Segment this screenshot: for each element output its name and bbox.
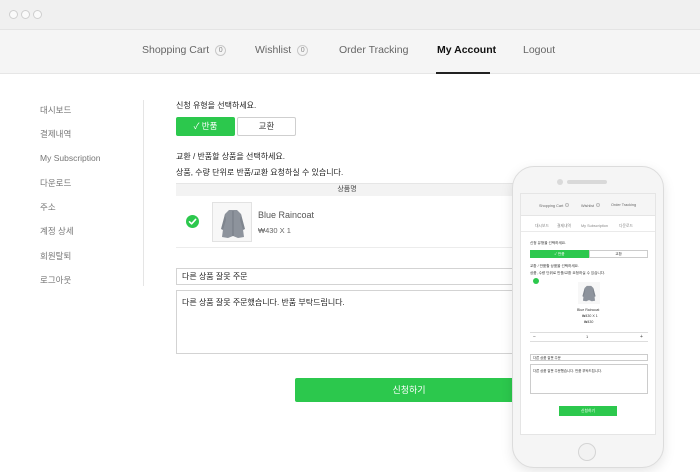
mobile-quantity-note: 상품, 수량 단위로 반품/교환 요청하실 수 있습니다. bbox=[530, 271, 606, 275]
reason-select[interactable]: 다른 상품 잘못 주문 bbox=[176, 268, 518, 285]
return-type-button[interactable]: ✓ 반품 bbox=[176, 117, 235, 136]
type-prompt: 신청 유형을 선택하세요. bbox=[176, 101, 257, 110]
nav-logout[interactable]: Logout bbox=[523, 44, 555, 56]
selected-check-icon[interactable] bbox=[186, 215, 199, 228]
window-maximize-dot[interactable] bbox=[33, 10, 42, 19]
mobile-type-prompt: 신청 유형을 선택하세요. bbox=[530, 241, 567, 245]
mobile-product-qty: ₩430 X 1 bbox=[582, 314, 598, 318]
phone-speaker bbox=[567, 180, 607, 184]
mobile-nav-label: Wishlist bbox=[581, 204, 595, 208]
exchange-type-button[interactable]: 교환 bbox=[237, 117, 296, 136]
mobile-tab-dashboard[interactable]: 대시보드 bbox=[535, 224, 549, 229]
product-thumbnail bbox=[212, 202, 252, 242]
mobile-tab-divider bbox=[521, 231, 655, 232]
sidebar-item-downloads[interactable]: 다운로드 bbox=[40, 177, 71, 189]
browser-titlebar bbox=[0, 0, 700, 30]
sidebar-item-address[interactable]: 주소 bbox=[40, 201, 56, 213]
nav-label: Shopping Cart bbox=[142, 44, 210, 56]
mobile-nav-cart[interactable]: Shopping Cart bbox=[539, 203, 570, 208]
mobile-minus-button[interactable]: − bbox=[533, 334, 536, 340]
phone-home-button bbox=[578, 443, 596, 461]
nav-wishlist[interactable]: Wishlist 0 bbox=[255, 44, 309, 56]
wishlist-count-badge: 0 bbox=[297, 45, 309, 56]
mobile-nav-order-tracking[interactable]: Order Tracking bbox=[611, 203, 636, 207]
window-close-dot[interactable] bbox=[9, 10, 18, 19]
mobile-plus-button[interactable]: + bbox=[640, 334, 643, 340]
nav-label: Wishlist bbox=[255, 44, 292, 56]
table-row-divider bbox=[176, 247, 518, 248]
mobile-tab-payments[interactable]: 결제내역 bbox=[557, 224, 571, 229]
mobile-submit-button[interactable]: 신청하기 bbox=[559, 406, 617, 416]
quantity-note: 상품, 수량 단위로 반품/교환 요청하실 수 있습니다. bbox=[176, 168, 344, 177]
sidebar-item-logout[interactable]: 로그아웃 bbox=[40, 274, 71, 286]
mobile-reason-select[interactable]: 다른 상품 잘못 주문 bbox=[530, 354, 648, 361]
mobile-product-name: Blue Raincoat bbox=[577, 308, 600, 312]
mobile-wishlist-badge bbox=[596, 203, 601, 207]
product-name: Blue Raincoat bbox=[258, 210, 315, 220]
product-price-qty: ₩430 X 1 bbox=[258, 226, 291, 235]
mobile-tab-downloads[interactable]: 다운로드 bbox=[619, 224, 633, 229]
mobile-product-thumbnail bbox=[578, 282, 600, 304]
sidebar-divider bbox=[143, 100, 144, 286]
sidebar-item-dashboard[interactable]: 대시보드 bbox=[40, 104, 71, 116]
mobile-return-label: 반품 bbox=[557, 252, 565, 256]
mobile-select-prompt: 교환 / 반품할 상품을 선택하세요. bbox=[530, 264, 579, 268]
return-label: 반품 bbox=[201, 121, 218, 131]
select-product-prompt: 교환 / 반품할 상품을 선택하세요. bbox=[176, 152, 286, 161]
product-table-header: 상품명 bbox=[176, 183, 518, 196]
nav-order-tracking[interactable]: Order Tracking bbox=[339, 44, 408, 56]
submit-button[interactable]: 신청하기 bbox=[295, 378, 523, 402]
phone-camera bbox=[557, 179, 563, 185]
phone-screen: Shopping Cart Wishlist Order Tracking 대시… bbox=[520, 193, 656, 435]
sidebar-item-account-details[interactable]: 계정 상세 bbox=[40, 225, 74, 237]
mobile-product-price: ₩430 bbox=[584, 320, 594, 324]
mobile-quantity-value: 1 bbox=[586, 334, 589, 339]
sidebar-item-subscription[interactable]: My Subscription bbox=[40, 153, 100, 163]
mobile-exchange-button[interactable]: 교환 bbox=[589, 250, 648, 258]
top-nav: Shopping Cart 0 Wishlist 0 Order Tracking … bbox=[0, 30, 700, 74]
active-tab-underline bbox=[436, 72, 490, 74]
mobile-nav-wishlist[interactable]: Wishlist bbox=[581, 203, 601, 208]
nav-shopping-cart[interactable]: Shopping Cart 0 bbox=[142, 44, 227, 56]
mobile-message-textarea[interactable]: 다른 상품 잘못 주문했습니다. 반품 부탁드립니다. bbox=[530, 364, 648, 394]
mobile-cart-badge bbox=[565, 203, 570, 207]
mobile-quantity-stepper[interactable]: − 1 + bbox=[530, 332, 648, 342]
nav-my-account[interactable]: My Account bbox=[437, 44, 496, 56]
mobile-nav-label: Shopping Cart bbox=[539, 204, 564, 208]
sidebar-item-withdraw[interactable]: 회원탈퇴 bbox=[40, 250, 71, 262]
message-textarea[interactable]: 다른 상품 잘못 주문했습니다. 반품 부탁드립니다. bbox=[176, 290, 518, 354]
mobile-return-button[interactable]: ✓ 반품 bbox=[530, 250, 589, 258]
sidebar-item-payments[interactable]: 결제내역 bbox=[40, 128, 71, 140]
mobile-check-icon[interactable] bbox=[533, 278, 539, 290]
check-icon: ✓ bbox=[193, 121, 200, 131]
window-minimize-dot[interactable] bbox=[21, 10, 30, 19]
mobile-tab-subscription[interactable]: My Subscription bbox=[581, 224, 608, 228]
mobile-top-nav: Shopping Cart Wishlist Order Tracking bbox=[521, 194, 655, 216]
cart-count-badge: 0 bbox=[215, 45, 227, 56]
